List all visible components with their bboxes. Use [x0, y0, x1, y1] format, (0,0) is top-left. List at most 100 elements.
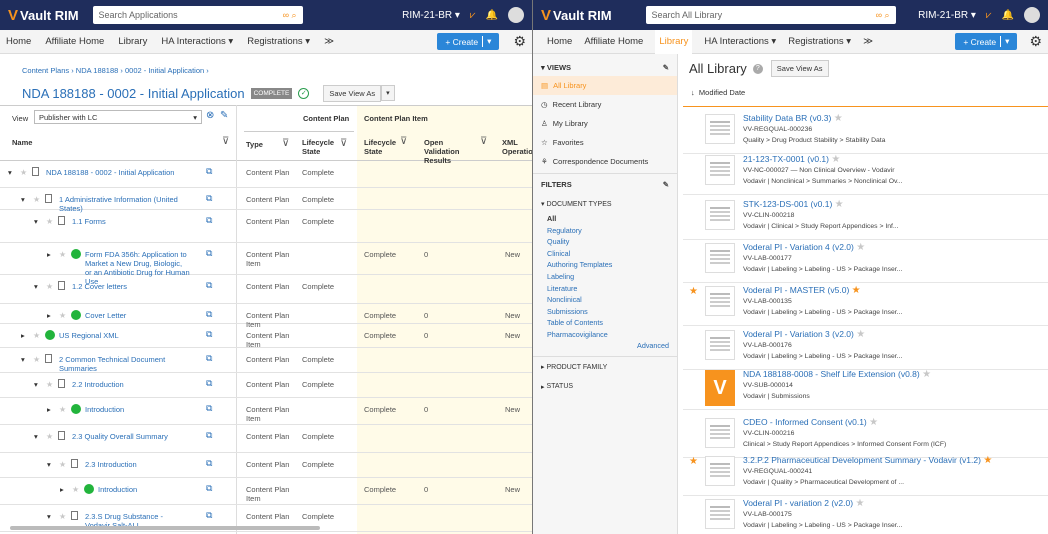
library-document-item[interactable]: Voderal PI - Variation 4 (v2.0) ★ VV-LAB-… [683, 239, 1048, 283]
table-row[interactable]: ▸ ★ Form FDA 356h: Application to Market a… [0, 243, 532, 286]
view-correspondence-documents[interactable]: ⚘ Correspondence Documents [533, 152, 677, 171]
table-row[interactable]: ▾ ★ 2 Common Technical Document Summaries ⧉… [0, 348, 532, 373]
filter-icon[interactable]: ⊽ [480, 136, 487, 147]
row-name[interactable]: 2.3 Introduction [85, 460, 190, 469]
col-xml-operation[interactable]: XML Operation [502, 138, 532, 156]
library-document-item[interactable]: Stability Data BR (v0.3) ★ VV-REGQUAL-000… [683, 110, 1048, 154]
row-name[interactable]: Introduction [85, 405, 190, 414]
nav-home[interactable]: Home [6, 36, 31, 47]
star-icon[interactable]: ★ [46, 282, 53, 291]
col-name[interactable]: Name [12, 138, 32, 147]
doc-type-filter-item[interactable]: Clinical [533, 248, 677, 260]
star-icon[interactable]: ★ [852, 285, 861, 296]
library-document-item[interactable]: Voderal PI - variation 2 (v2.0) ★ VV-LAB-… [683, 495, 1048, 534]
expand-toggle-icon[interactable]: ▾ [47, 460, 51, 469]
view-recent-library[interactable]: ◷ Recent Library [533, 95, 677, 114]
document-thumbnail[interactable] [705, 456, 735, 486]
document-title[interactable]: Voderal PI - Variation 4 (v2.0) ★ [743, 242, 865, 253]
expand-toggle-icon[interactable]: ▾ [47, 512, 51, 521]
star-icon[interactable]: ★ [33, 331, 40, 340]
star-icon[interactable]: ★ [59, 311, 66, 320]
table-row[interactable]: ▾ ★ 2.3 Introduction ⧉ Content Plan Complete [0, 453, 532, 478]
open-in-new-icon[interactable]: ⧉ [206, 354, 212, 363]
row-name[interactable]: US Regional XML [59, 331, 190, 340]
expand-toggle-icon[interactable]: ▸ [21, 331, 25, 340]
save-view-button[interactable]: Save View As [323, 84, 382, 102]
doc-type-filter-item[interactable]: Submissions [533, 306, 677, 318]
open-in-new-icon[interactable]: ⧉ [206, 459, 212, 468]
col-item-lifecycle-state[interactable]: Lifecycle State [364, 138, 398, 156]
nav-library[interactable]: Library [655, 29, 693, 54]
user-avatar[interactable] [1024, 7, 1040, 23]
star-icon[interactable]: ★ [59, 250, 66, 259]
nav-affiliate-home[interactable]: Affiliate Home [45, 36, 104, 47]
status-filter[interactable]: ▸ STATUS [533, 378, 677, 396]
open-in-new-icon[interactable]: ⧉ [206, 484, 212, 493]
open-in-new-icon[interactable]: ⧉ [206, 281, 212, 290]
advanced-link[interactable]: Advanced [533, 341, 677, 350]
open-in-new-icon[interactable]: ⧉ [206, 167, 212, 176]
view-favorites[interactable]: ☆ Favorites [533, 133, 677, 152]
gear-icon[interactable]: ⚙ [513, 33, 526, 50]
table-row[interactable]: ▾ ★ 1.1 Forms ⧉ Content Plan Complete [0, 210, 532, 243]
open-in-new-icon[interactable]: ⧉ [206, 310, 212, 319]
star-icon[interactable]: ★ [834, 113, 843, 124]
library-document-item[interactable]: V NDA 188188-0008 - Shelf Life Extension … [683, 366, 1048, 410]
save-view-menu[interactable]: ▾ [381, 85, 395, 101]
row-name[interactable]: 2.2 Introduction [72, 380, 190, 389]
doc-type-filter-item[interactable]: Regulatory [533, 225, 677, 237]
open-in-new-icon[interactable]: ⧉ [206, 249, 212, 258]
document-thumbnail[interactable] [705, 200, 735, 230]
star-icon[interactable]: ★ [46, 432, 53, 441]
vault-document-thumbnail[interactable]: V [705, 370, 735, 406]
star-icon[interactable]: ★ [856, 329, 865, 340]
star-icon[interactable]: ★ [59, 460, 66, 469]
help-icon[interactable]: ? [752, 63, 763, 74]
document-title[interactable]: Voderal PI - variation 2 (v2.0) ★ [743, 498, 864, 509]
star-icon[interactable]: ★ [835, 199, 844, 210]
row-name[interactable]: 1.2 Cover letters [72, 282, 190, 291]
favorite-star-icon[interactable]: ★ [689, 286, 698, 297]
view-all-library[interactable]: ▤ All Library [533, 76, 677, 95]
library-document-item[interactable]: Voderal PI - Variation 3 (v2.0) ★ VV-LAB-… [683, 326, 1048, 370]
nav-more[interactable]: ≫ [863, 36, 873, 47]
star-icon[interactable]: ★ [46, 217, 53, 226]
expand-toggle-icon[interactable]: ▸ [60, 485, 64, 494]
save-view-button[interactable]: Save View As [770, 60, 829, 77]
user-avatar[interactable] [508, 7, 524, 23]
document-thumbnail[interactable] [705, 330, 735, 360]
views-header[interactable]: ▾ VIEWS ✎ [533, 58, 677, 76]
filter-icon[interactable]: ⊽ [340, 138, 347, 149]
star-icon[interactable]: ★ [33, 195, 40, 204]
filter-icon[interactable]: ⊽ [222, 136, 229, 147]
library-document-item[interactable]: ★ Voderal PI - MASTER (v5.0) ★ VV-LAB-0001… [683, 282, 1048, 326]
edit-view-icon[interactable]: ✎ [220, 110, 228, 121]
doc-type-filter-item[interactable]: Labeling [533, 271, 677, 283]
open-in-new-icon[interactable]: ⧉ [206, 194, 212, 203]
open-in-new-icon[interactable]: ⧉ [206, 404, 212, 413]
search-icon[interactable]: ∞ ⌕ [283, 10, 297, 21]
expand-toggle-icon[interactable]: ▾ [34, 432, 38, 441]
document-thumbnail[interactable] [705, 114, 735, 144]
view-my-library[interactable]: ♙ My Library [533, 114, 677, 133]
sort-control[interactable]: ↓ Modified Date [691, 88, 745, 97]
document-title[interactable]: NDA 188188-0008 - Shelf Life Extension (… [743, 369, 931, 380]
expand-toggle-icon[interactable]: ▾ [8, 168, 12, 177]
col-lifecycle-state[interactable]: Lifecycle State [302, 138, 336, 156]
star-icon[interactable]: ★ [856, 242, 865, 253]
document-title[interactable]: 21-123-TX-0001 (v0.1) ★ [743, 154, 840, 165]
expand-toggle-icon[interactable]: ▾ [34, 217, 38, 226]
table-row[interactable]: ▸ ★ Cover Letter ⧉ Content Plan Item Complete… [0, 304, 532, 329]
horizontal-scrollbar[interactable] [10, 526, 320, 530]
nav-registrations[interactable]: Registrations ▾ [788, 36, 851, 47]
doc-types-header[interactable]: ▾ DOCUMENT TYPES [533, 195, 677, 213]
search-icon[interactable]: ∞ ⌕ [876, 10, 890, 21]
document-title[interactable]: CDEO - Informed Consent (v0.1) ★ [743, 417, 878, 428]
search-input[interactable]: Search Applications ∞ ⌕ [92, 6, 303, 24]
star-icon[interactable]: ★ [831, 154, 840, 165]
row-name[interactable]: Introduction [98, 485, 190, 494]
filter-icon[interactable]: ⊽ [400, 136, 407, 147]
doc-type-filter-item[interactable]: All [533, 213, 677, 225]
star-icon[interactable]: ★ [983, 455, 992, 466]
table-row[interactable]: ▾ ★ 1 Administrative Information (United S… [0, 188, 532, 213]
